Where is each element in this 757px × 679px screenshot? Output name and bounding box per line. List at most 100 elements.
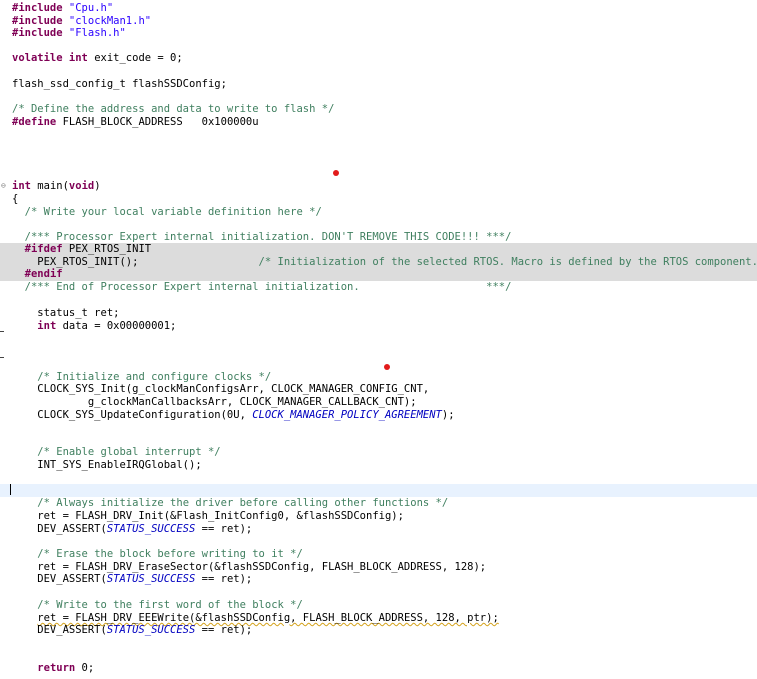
code-line[interactable]: DEV_ASSERT(STATUS_SUCCESS == ret); xyxy=(0,624,757,637)
code-token: CLOCK_SYS_Init(g_clockManConfigsArr, CLO… xyxy=(12,383,430,395)
code-token: STATUS_SUCCESS xyxy=(106,523,196,535)
code-token: /*** End of Processor Expert internal in… xyxy=(24,281,512,293)
code-token: ret = FLASH_DRV_EEEWrite(&flashSSDConfig… xyxy=(37,612,499,624)
code-token: ); xyxy=(441,409,455,421)
code-token: 0; xyxy=(75,662,95,674)
code-line[interactable]: #include "Flash.h" xyxy=(0,27,757,40)
code-token: data = 0x00000001; xyxy=(56,320,177,332)
code-token: "clockMan1.h" xyxy=(68,14,152,27)
code-line-text: #ifdef PEX_RTOS_INIT xyxy=(12,243,151,256)
code-line-text: int data = 0x00000001; xyxy=(12,320,176,333)
code-line[interactable]: volatile int exit_code = 0; xyxy=(0,52,757,65)
code-line[interactable]: ret = FLASH_DRV_EEEWrite(&flashSSDConfig… xyxy=(0,612,757,625)
code-line[interactable]: DEV_ASSERT(STATUS_SUCCESS == ret); xyxy=(0,523,757,536)
code-token: void xyxy=(68,180,95,192)
code-line[interactable]: /* Write to the first word of the block … xyxy=(0,599,757,612)
code-token: == ret); xyxy=(195,573,253,585)
code-line-text: /*** End of Processor Expert internal in… xyxy=(12,281,512,294)
code-line[interactable]: /*** Processor Expert internal initializ… xyxy=(0,231,757,244)
code-token: /* Define the address and data to write … xyxy=(12,103,335,115)
code-line[interactable]: #include "Cpu.h" xyxy=(0,2,757,15)
code-line-text: return 0; xyxy=(12,662,94,675)
code-token: ret = FLASH_DRV_Init(&Flash_InitConfig0,… xyxy=(12,510,404,522)
code-token: /* Initialization of the selected RTOS. … xyxy=(258,256,757,268)
code-line-text: #endif xyxy=(12,268,63,281)
code-line[interactable]: #ifdef PEX_RTOS_INIT xyxy=(0,243,757,256)
code-token: == ret); xyxy=(195,624,253,636)
code-token: int xyxy=(12,180,31,192)
code-token: status_t ret; xyxy=(12,307,120,319)
code-line[interactable]: /* Always initialize the driver before c… xyxy=(0,497,757,510)
code-token: FLASH_BLOCK_ADDRESS 0x100000u xyxy=(56,116,259,128)
code-line-text: flash_ssd_config_t flashSSDConfig; xyxy=(12,78,227,91)
code-line[interactable]: /* Write your local variable definition … xyxy=(0,206,757,219)
code-line[interactable]: /*** End of Processor Expert internal in… xyxy=(0,281,757,294)
code-line-text: /* Write to the first word of the block … xyxy=(12,599,303,612)
code-token: g_clockManCallbacksArr, CLOCK_MANAGER_CA… xyxy=(12,396,417,408)
code-token: /* Write your local variable definition … xyxy=(24,206,322,218)
code-line[interactable] xyxy=(0,484,757,497)
code-line-text: /* Always initialize the driver before c… xyxy=(12,497,448,510)
code-line-text: status_t ret; xyxy=(12,307,119,320)
code-token: /* Enable global interrupt */ xyxy=(37,446,221,458)
code-line[interactable]: ⊖ int main(void) xyxy=(0,180,757,193)
code-line[interactable]: g_clockManCallbacksArr, CLOCK_MANAGER_CA… xyxy=(0,396,757,409)
code-line-text: INT_SYS_EnableIRQGlobal(); xyxy=(12,459,201,472)
code-line[interactable]: ret = FLASH_DRV_EraseSector(&flashSSDCon… xyxy=(0,561,757,574)
code-line[interactable]: return 0; xyxy=(0,662,757,675)
code-line[interactable]: PEX_RTOS_INIT(); /* Initialization of th… xyxy=(0,256,757,269)
code-line-text: DEV_ASSERT(STATUS_SUCCESS == ret); xyxy=(12,624,252,637)
code-line[interactable]: CLOCK_SYS_UpdateConfiguration(0U, CLOCK_… xyxy=(0,409,757,422)
code-token: ret = FLASH_DRV_EraseSector(&flashSSDCon… xyxy=(12,561,487,573)
code-line-text: PEX_RTOS_INIT(); /* Initialization of th… xyxy=(12,256,757,269)
code-line[interactable]: #define FLASH_BLOCK_ADDRESS 0x100000u xyxy=(0,116,757,129)
code-token: /* Always initialize the driver before c… xyxy=(37,497,449,509)
code-token: == ret); xyxy=(195,523,253,535)
code-line-text: #include "Cpu.h" xyxy=(12,2,113,15)
code-line-text: CLOCK_SYS_Init(g_clockManConfigsArr, CLO… xyxy=(12,383,429,396)
code-line-text: ret = FLASH_DRV_EEEWrite(&flashSSDConfig… xyxy=(12,612,499,625)
code-line[interactable]: INT_SYS_EnableIRQGlobal(); xyxy=(0,459,757,472)
code-line[interactable]: #endif xyxy=(0,268,757,281)
code-line-text: ret = FLASH_DRV_Init(&Flash_InitConfig0,… xyxy=(12,510,404,523)
code-line[interactable]: /* Define the address and data to write … xyxy=(0,103,757,116)
code-line-text: /* Erase the block before writing to it … xyxy=(12,548,303,561)
code-line-text: #define FLASH_BLOCK_ADDRESS 0x100000u xyxy=(12,116,259,129)
code-line[interactable]: /* Erase the block before writing to it … xyxy=(0,548,757,561)
code-token: #define xyxy=(12,116,57,128)
code-line[interactable]: /* Enable global interrupt */ xyxy=(0,446,757,459)
code-line[interactable]: /* Initialize and configure clocks */ xyxy=(0,371,757,384)
code-token: DEV_ASSERT( xyxy=(12,624,107,636)
code-token: flash_ssd_config_t flashSSDConfig; xyxy=(12,78,227,90)
code-line[interactable]: flash_ssd_config_t flashSSDConfig; xyxy=(0,78,757,91)
red-dot-marker xyxy=(333,170,339,176)
code-line-text: /* Define the address and data to write … xyxy=(12,103,334,116)
code-line[interactable]: DEV_ASSERT(STATUS_SUCCESS == ret); xyxy=(0,573,757,586)
code-token: /* Write to the first word of the block … xyxy=(37,599,303,611)
code-token: int xyxy=(37,320,57,332)
code-token: STATUS_SUCCESS xyxy=(106,573,196,585)
code-line[interactable]: CLOCK_SYS_Init(g_clockManConfigsArr, CLO… xyxy=(0,383,757,396)
code-line-text: DEV_ASSERT(STATUS_SUCCESS == ret); xyxy=(12,523,252,536)
code-line-text: g_clockManCallbacksArr, CLOCK_MANAGER_CA… xyxy=(12,396,417,409)
code-line[interactable]: int data = 0x00000001; xyxy=(0,320,757,333)
code-line[interactable]: ret = FLASH_DRV_Init(&Flash_InitConfig0,… xyxy=(0,510,757,523)
fold-toggle-icon[interactable]: ⊖ xyxy=(1,180,6,193)
code-line-text: { xyxy=(12,193,18,206)
code-line-text: CLOCK_SYS_UpdateConfiguration(0U, CLOCK_… xyxy=(12,409,455,422)
code-editor[interactable]: #include "Cpu.h" #include "clockMan1.h" #i… xyxy=(0,0,757,679)
code-line[interactable]: #include "clockMan1.h" xyxy=(0,15,757,28)
code-line[interactable]: { xyxy=(0,193,757,206)
code-line-text: /*** Processor Expert internal initializ… xyxy=(12,231,512,244)
code-line[interactable]: status_t ret; xyxy=(0,307,757,320)
